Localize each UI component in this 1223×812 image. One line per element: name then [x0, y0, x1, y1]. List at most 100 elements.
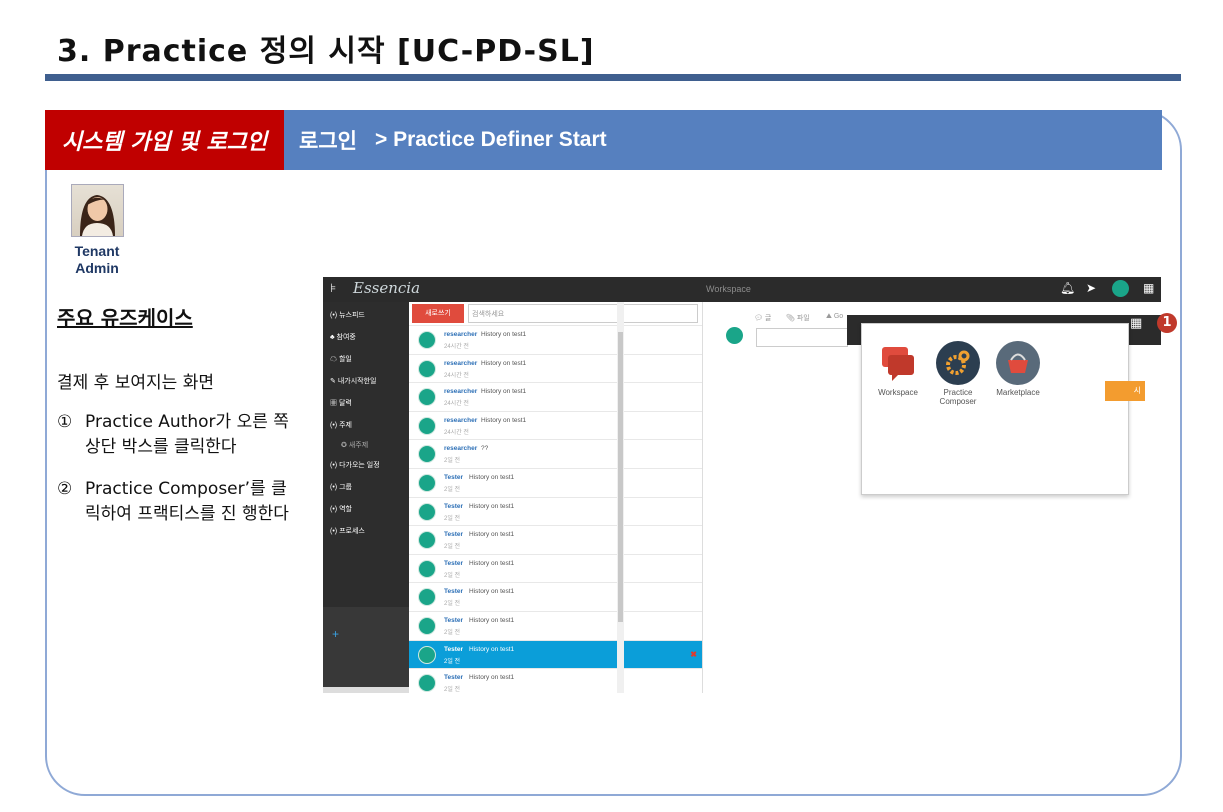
avatar: [71, 184, 124, 237]
broadcast-icon: (•): [330, 462, 338, 469]
post-avatar: [726, 327, 743, 344]
broadcast-icon: (•): [330, 506, 338, 513]
item-message: History on test1: [469, 559, 515, 567]
basket-icon: [996, 341, 1040, 385]
sidebar-item-newsfeed[interactable]: (•) 뉴스피드: [330, 310, 365, 320]
breadcrumb-current: > Practice Definer Start: [374, 128, 607, 151]
list-item[interactable]: researcher History on test1 24시간 전: [409, 325, 702, 354]
list-item[interactable]: Tester History on test1 2일 전: [409, 496, 702, 526]
cloud-icon: ☁: [330, 356, 337, 363]
broadcast-icon: (•): [330, 422, 338, 429]
item-message: History on test1: [481, 331, 527, 338]
header-section: 시스템 가입 및 로그인: [45, 110, 284, 170]
search-input[interactable]: 검색하세요: [468, 304, 698, 323]
sidebar-item-label: 새주제: [348, 442, 369, 449]
scroll-thumb[interactable]: [618, 332, 623, 622]
sidebar-item-label: 주제: [339, 422, 352, 429]
breadcrumb-login: 로그인: [299, 130, 357, 153]
sidebar-item-label: 프로세스: [339, 528, 365, 535]
sidebar-item-upcoming[interactable]: (•) 다가오는 일정: [330, 460, 380, 470]
item-author: researcher: [444, 416, 478, 424]
topbar-title: Workspace: [706, 284, 751, 294]
avatar: [418, 674, 436, 693]
item-author: Tester: [444, 474, 464, 481]
avatar: [418, 617, 436, 635]
sidebar-item-calendar[interactable]: ▦ 달력: [330, 398, 352, 408]
list-item[interactable]: Tester History on test1 2일 전: [409, 525, 702, 554]
item-author: Tester: [444, 588, 464, 596]
app-sidebar: (•) 뉴스피드 ♣ 참여중 ☁ 할일 ✎ 내가시작한일 ▦ 달력 (•) 주제…: [323, 302, 409, 693]
item-message: ??: [481, 445, 489, 453]
sidebar-item-label: 참여중: [336, 334, 356, 341]
list-item[interactable]: researcher?? 2일 전: [409, 439, 702, 468]
item-time: 24시간 전: [444, 429, 469, 436]
post-input[interactable]: [756, 328, 848, 347]
send-icon[interactable]: ➤: [1086, 281, 1096, 295]
slide-title: 3. Practice 정의 시작 [UC-PD-SL]: [57, 34, 595, 69]
sidebar-item-topic[interactable]: (•) 주제: [330, 420, 352, 430]
role-line2: Admin: [75, 260, 119, 276]
list-item[interactable]: researcher History on test1 24시간 전: [409, 410, 702, 440]
bell-icon[interactable]: 🔔︎: [1060, 281, 1075, 295]
avatar: [418, 588, 436, 607]
tab-file[interactable]: 📎︎ 파일: [786, 313, 810, 323]
item-author: researcher: [444, 359, 478, 367]
role-label: Tenant Admin: [60, 243, 134, 277]
sidebar-item-participating[interactable]: ♣ 참여중: [330, 332, 356, 342]
avatar: [418, 388, 436, 407]
item-author: researcher: [444, 331, 478, 338]
avatar: [418, 331, 436, 349]
list-item[interactable]: Tester History on test1 2일 전: [409, 611, 702, 640]
tab-post[interactable]: 💬︎ 글: [754, 313, 771, 323]
step-1-text: Practice Author가 오른 쪽 상단 박스를 클릭한다: [85, 412, 289, 457]
write-button[interactable]: 새로쓰기: [412, 304, 464, 323]
sidebar-item-new-topic[interactable]: ✪ 새주제: [341, 440, 368, 450]
tab-go[interactable]: ⛰ Go: [826, 313, 843, 321]
item-message: History on test1: [469, 531, 515, 539]
sidebar-item-started[interactable]: ✎ 내가시작한일: [330, 376, 376, 386]
list-item[interactable]: researcher History on test1 24시간 전: [409, 382, 702, 411]
feed-list: 새로쓰기 검색하세요 researcher History on test1 24시…: [409, 302, 703, 693]
item-message: History on test1: [469, 617, 515, 624]
item-author: Tester: [444, 559, 464, 567]
item-time: 2일 전: [444, 515, 461, 522]
item-author: Tester: [444, 645, 464, 653]
tab-label: 파일: [796, 315, 810, 322]
grid-icon[interactable]: ▦: [1143, 281, 1154, 295]
item-author: researcher: [444, 445, 478, 453]
sidebar-item-todo[interactable]: ☁ 할일: [330, 354, 352, 364]
grid-icon[interactable]: ▦: [1130, 316, 1142, 331]
app-window: ⊧ Essencia Workspace 🔔︎ ➤ ▦ (•) 뉴스피드 ♣ 참…: [323, 277, 1161, 693]
app-tile-marketplace[interactable]: Marketplace: [988, 341, 1048, 397]
sidebar-lower-panel: [323, 607, 409, 687]
user-avatar[interactable]: [1112, 280, 1129, 297]
delete-icon[interactable]: ✖: [690, 650, 697, 659]
app-tile-workspace[interactable]: Workspace: [868, 341, 928, 397]
list-item[interactable]: researcher History on test1 24시간 전: [409, 353, 702, 383]
list-item[interactable]: Tester History on test1 2일 전 ✖: [409, 639, 702, 669]
app-brand[interactable]: Essencia: [353, 279, 420, 297]
list-item[interactable]: Tester History on test1 2일 전: [409, 553, 702, 583]
sidebar-item-label: 뉴스피드: [339, 312, 365, 319]
feed-scrollbar[interactable]: [617, 302, 624, 693]
sidebar-item-group[interactable]: (•) 그룹: [330, 482, 352, 492]
item-author: Tester: [444, 617, 464, 624]
list-item[interactable]: Tester History on test1 2일 전: [409, 468, 702, 497]
item-author: Tester: [444, 531, 464, 539]
item-message: History on test1: [469, 588, 515, 596]
avatar: [418, 502, 436, 521]
sidebar-scrollbar[interactable]: [323, 687, 409, 693]
item-message: History on test1: [469, 674, 515, 682]
submit-button[interactable]: 시: [1105, 381, 1145, 401]
sidebar-item-process[interactable]: (•) 프로세스: [330, 526, 365, 536]
add-icon[interactable]: +: [332, 627, 339, 641]
tab-label: 글: [764, 315, 772, 322]
list-item[interactable]: Tester History on test1 2일 전: [409, 668, 702, 693]
item-time: 2일 전: [444, 687, 461, 693]
item-time: 2일 전: [444, 572, 461, 579]
menu-toggle-icon[interactable]: ⊧: [330, 281, 336, 295]
list-item[interactable]: Tester History on test1 2일 전: [409, 582, 702, 611]
plus-circle-icon: ✪: [341, 442, 347, 449]
app-tile-practice-composer[interactable]: Practice Composer: [928, 341, 988, 406]
sidebar-item-role[interactable]: (•) 역할: [330, 504, 352, 514]
